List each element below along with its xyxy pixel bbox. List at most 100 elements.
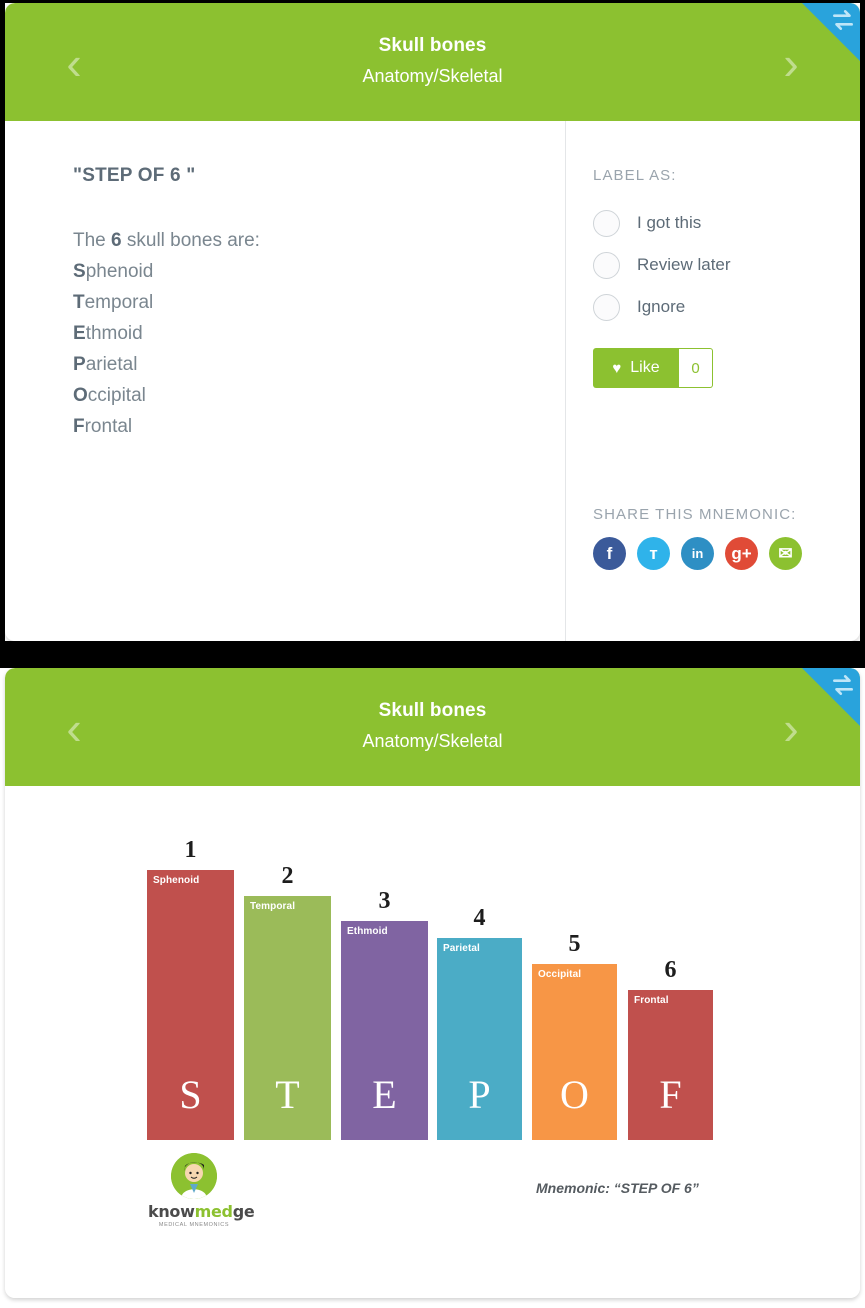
card-separator-band [0,641,865,668]
chart-bar-letter: E [372,1072,397,1117]
bone-initial: E [73,323,86,344]
bone-item: Temporal [73,287,565,318]
chart-bar-label: Occipital [538,969,582,980]
card-front-title-block: Skull bones Anatomy/Skeletal [5,31,860,91]
chart-bar: Sphenoid S [147,870,234,1140]
share-icon-row: f ᴛ in g+ ✉ [593,537,802,570]
logo-word-know: know [148,1202,195,1221]
previous-mnemonic-arrow-back[interactable]: ‹ [53,705,95,752]
mnemonic-card-front: ‹ › Skull bones Anatomy/Skeletal "STEP O… [5,3,860,641]
flip-card-button-back[interactable] [802,668,860,726]
mnemonic-card-back: ‹ › Skull bones Anatomy/Skeletal Sphenoi… [5,668,860,1298]
radio-icon[interactable] [593,293,620,321]
intro-suffix: skull bones are: [121,230,260,251]
share-heading: SHARE THIS MNEMONIC: [593,506,797,523]
bone-initial: F [73,416,85,437]
chart-bar-rank: 4 [473,905,486,931]
chart-bar-letter: T [275,1072,300,1117]
logo-word-med: med [194,1202,233,1221]
flip-card-button[interactable] [802,3,860,61]
previous-mnemonic-arrow[interactable]: ‹ [53,40,95,87]
bone-item: Frontal [73,411,565,442]
refresh-flip-icon-back [830,672,856,698]
chart-bar: Occipital O [532,964,617,1140]
heart-icon: ♥ [612,359,622,377]
label-option-text: Review later [637,255,731,274]
googleplus-share-icon[interactable]: g+ [725,537,758,570]
chart-bar-rank: 1 [184,837,197,863]
mnemonic-text-pane: "STEP OF 6 " The 6 skull bones are: Sphe… [5,121,566,641]
like-button[interactable]: ♥ Like [593,348,679,388]
chart-bar-rank: 3 [378,888,391,914]
bone-item: Sphenoid [73,256,565,287]
bone-item: Occipital [73,380,565,411]
label-radio-group: I got this Review later Ignore [593,202,860,328]
logo-avatar-icon [171,1153,217,1199]
page-title-back: Skull bones [378,700,487,721]
mnemonic-bar-chart: Sphenoid S 1 Temporal T 2 Ethmoid E 3 Parietal P 4 O… [5,786,860,1298]
chart-bar-letter: S [179,1072,202,1117]
chart-annotation: Mnemonic: “STEP OF 6” [536,1180,699,1196]
bone-item: Ethmoid [73,318,565,349]
label-option-text: I got this [637,213,702,232]
bone-rest: arietal [85,354,138,375]
chart-bar: Frontal F [628,990,713,1140]
facebook-share-icon[interactable]: f [593,537,626,570]
chart-bar: Parietal P [437,938,522,1140]
chart-bar-rank: 2 [281,863,294,889]
card-back-body: Sphenoid S 1 Temporal T 2 Ethmoid E 3 Parietal P 4 O… [5,786,860,1298]
label-as-heading: LABEL AS: [593,167,677,184]
share-section: SHARE THIS MNEMONIC: f ᴛ in g+ ✉ [593,506,802,570]
email-share-icon[interactable]: ✉ [769,537,802,570]
chart-bar-rank: 6 [664,957,677,983]
bone-initial: O [73,385,88,406]
chart-bar-rank: 5 [568,931,581,957]
like-control: ♥ Like 0 [593,348,713,388]
radio-icon[interactable] [593,251,620,279]
label-option-i-got-this[interactable]: I got this [593,202,860,244]
bone-initial: S [73,261,86,282]
chart-bar-label: Ethmoid [347,926,388,937]
radio-icon[interactable] [593,209,620,237]
bone-initial: P [73,354,86,375]
label-option-review-later[interactable]: Review later [593,244,860,286]
bone-rest: emporal [84,292,154,313]
chart-bar-letter: P [468,1072,491,1117]
knowmedge-logo: knowmedge MEDICAL MNEMONICS [148,1153,255,1228]
logo-tagline: MEDICAL MNEMONICS [158,1222,230,1228]
bones-list: Sphenoid Temporal Ethmoid Parietal Occipital… [73,256,565,442]
mnemonic-actions-pane: LABEL AS: I got this Review later Ignore ♥… [566,121,860,641]
page-subtitle: Anatomy/Skeletal [362,66,503,86]
chart-bar-label: Sphenoid [153,875,200,886]
chart-bar: Ethmoid E [341,921,428,1140]
page-right-band [860,0,865,645]
bone-item: Parietal [73,349,565,380]
page-title: Skull bones [378,35,487,56]
refresh-flip-icon [830,7,856,33]
chart-bar-label: Frontal [634,995,669,1006]
mnemonic-heading: "STEP OF 6 " [73,165,196,186]
bone-rest: phenoid [85,261,154,282]
chart-bar-letter: O [560,1072,589,1117]
bones-intro-line: The 6 skull bones are: [73,225,565,256]
bone-rest: rontal [84,416,133,437]
bone-rest: ccipital [87,385,146,406]
card-back-title-block: Skull bones Anatomy/Skeletal [5,696,860,756]
logo-wordmark: knowmedge [148,1202,255,1221]
card-front-body: "STEP OF 6 " The 6 skull bones are: Sphe… [5,121,860,641]
label-option-ignore[interactable]: Ignore [593,286,860,328]
label-option-text: Ignore [637,297,686,316]
bone-rest: thmoid [85,323,143,344]
chart-bar-label: Parietal [443,943,480,954]
card-front-header: ‹ › Skull bones Anatomy/Skeletal [5,3,860,121]
like-button-label: Like [630,359,660,376]
chart-bar-label: Temporal [250,901,296,912]
intro-count: 6 [111,230,122,251]
bone-initial: T [73,292,85,313]
intro-prefix: The [73,230,112,251]
twitter-share-icon[interactable]: ᴛ [637,537,670,570]
chart-bar: Temporal T [244,896,331,1140]
like-count: 0 [679,348,713,388]
linkedin-share-icon[interactable]: in [681,537,714,570]
page-subtitle-back: Anatomy/Skeletal [362,731,503,751]
